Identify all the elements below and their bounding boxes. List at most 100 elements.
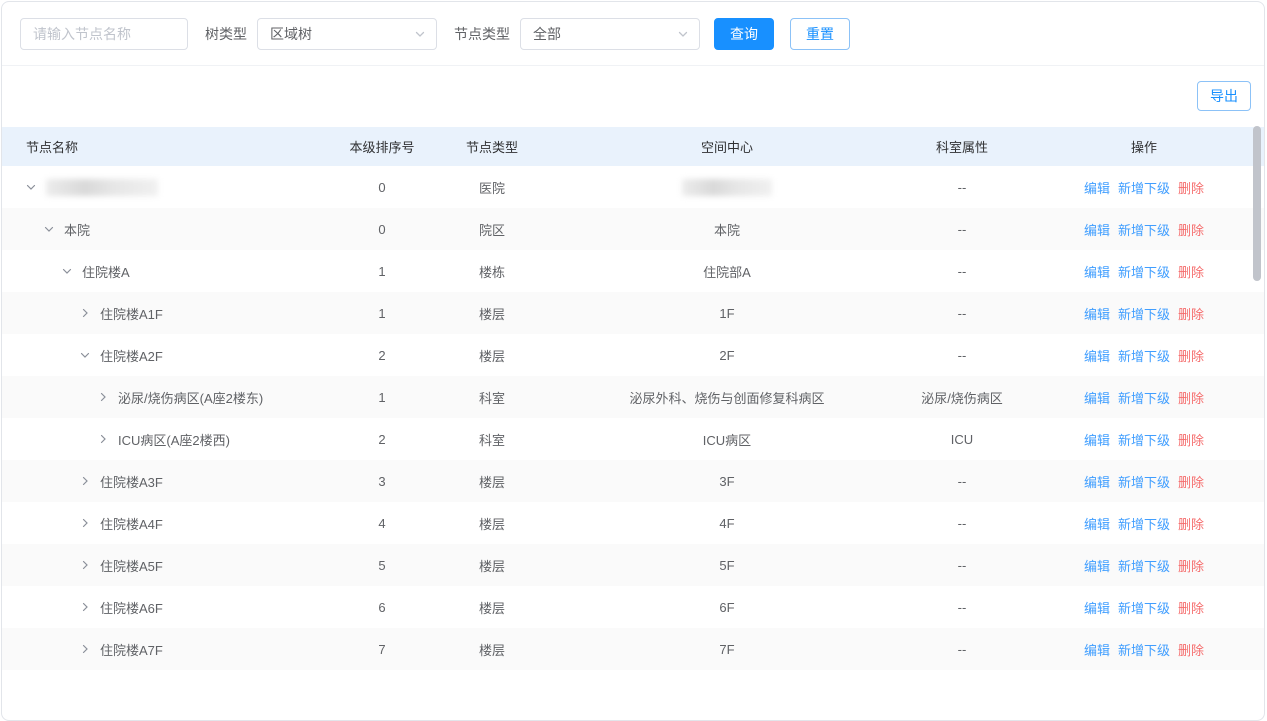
expand-chevron-right-icon[interactable] <box>96 390 110 404</box>
dept-attr-cell: -- <box>902 502 1022 544</box>
reset-button[interactable]: 重置 <box>790 18 850 50</box>
edit-link[interactable]: 编辑 <box>1084 517 1110 532</box>
node-type-select[interactable]: 全部 <box>520 18 700 50</box>
content-card: 树类型 区域树 节点类型 全部 查询 重置 导出 节点名称 本级排序号 <box>1 1 1265 721</box>
add-child-link[interactable]: 新增下级 <box>1118 223 1170 238</box>
delete-link[interactable]: 删除 <box>1178 475 1204 490</box>
tree-type-label: 树类型 <box>205 24 247 44</box>
operations-cell: 编辑新增下级删除 <box>1022 460 1265 502</box>
table-row: 住院楼A7F7楼层7F--编辑新增下级删除 <box>2 628 1265 670</box>
collapse-chevron-down-icon[interactable] <box>24 180 38 194</box>
delete-link[interactable]: 删除 <box>1178 517 1204 532</box>
tree-type-select[interactable]: 区域树 <box>257 18 437 50</box>
node-type-cell: 楼层 <box>432 334 552 376</box>
node-name-cell: 住院楼A4F <box>2 502 332 544</box>
edit-link[interactable]: 编辑 <box>1084 601 1110 616</box>
expand-chevron-right-icon[interactable] <box>78 306 92 320</box>
add-child-link[interactable]: 新增下级 <box>1118 433 1170 448</box>
edit-link[interactable]: 编辑 <box>1084 307 1110 322</box>
edit-link[interactable]: 编辑 <box>1084 223 1110 238</box>
edit-link[interactable]: 编辑 <box>1084 349 1110 364</box>
node-name-cell: 泌尿/烧伤病区(A座2楼东) <box>2 376 332 418</box>
operations-cell: 编辑新增下级删除 <box>1022 208 1265 250</box>
delete-link[interactable]: 删除 <box>1178 601 1204 616</box>
delete-link[interactable]: 删除 <box>1178 391 1204 406</box>
delete-link[interactable]: 删除 <box>1178 265 1204 280</box>
table-row: 住院楼A1F1楼层1F--编辑新增下级删除 <box>2 292 1265 334</box>
node-name-input[interactable] <box>20 18 188 50</box>
edit-link[interactable]: 编辑 <box>1084 643 1110 658</box>
delete-link[interactable]: 删除 <box>1178 223 1204 238</box>
node-table: 节点名称 本级排序号 节点类型 空间中心 科室属性 操作 0医院--编辑新增下级… <box>2 127 1265 670</box>
add-child-link[interactable]: 新增下级 <box>1118 181 1170 196</box>
edit-link[interactable]: 编辑 <box>1084 181 1110 196</box>
add-child-link[interactable]: 新增下级 <box>1118 307 1170 322</box>
add-child-link[interactable]: 新增下级 <box>1118 265 1170 280</box>
node-name-text: 住院楼A3F <box>100 472 163 491</box>
delete-link[interactable]: 删除 <box>1178 643 1204 658</box>
edit-link[interactable]: 编辑 <box>1084 475 1110 490</box>
expand-chevron-right-icon[interactable] <box>78 600 92 614</box>
sort-number-cell: 1 <box>332 292 432 334</box>
node-type-cell: 科室 <box>432 376 552 418</box>
delete-link[interactable]: 删除 <box>1178 433 1204 448</box>
operations-cell: 编辑新增下级删除 <box>1022 166 1265 208</box>
delete-link[interactable]: 删除 <box>1178 349 1204 364</box>
edit-link[interactable]: 编辑 <box>1084 265 1110 280</box>
node-name-text: ICU病区(A座2楼西) <box>118 430 230 449</box>
add-child-link[interactable]: 新增下级 <box>1118 601 1170 616</box>
edit-link[interactable]: 编辑 <box>1084 391 1110 406</box>
node-name-cell: 住院楼A6F <box>2 586 332 628</box>
space-center-cell: 5F <box>552 544 902 586</box>
search-button[interactable]: 查询 <box>714 18 774 50</box>
table-row: 0医院--编辑新增下级删除 <box>2 166 1265 208</box>
add-child-link[interactable]: 新增下级 <box>1118 517 1170 532</box>
node-name-text: 住院楼A <box>82 262 130 281</box>
col-space-center: 空间中心 <box>552 127 902 166</box>
space-center-cell: 泌尿外科、烧伤与创面修复科病区 <box>552 376 902 418</box>
delete-link[interactable]: 删除 <box>1178 307 1204 322</box>
expand-chevron-right-icon[interactable] <box>78 558 92 572</box>
dept-attr-cell: -- <box>902 460 1022 502</box>
table-body: 0医院--编辑新增下级删除本院0院区本院--编辑新增下级删除住院楼A1楼栋住院部… <box>2 166 1265 670</box>
collapse-chevron-down-icon[interactable] <box>78 348 92 362</box>
delete-link[interactable]: 删除 <box>1178 181 1204 196</box>
expand-chevron-right-icon[interactable] <box>78 516 92 530</box>
export-button[interactable]: 导出 <box>1197 81 1251 111</box>
edit-link[interactable]: 编辑 <box>1084 433 1110 448</box>
toolbar: 导出 <box>2 66 1264 127</box>
node-type-cell: 楼层 <box>432 460 552 502</box>
sort-number-cell: 0 <box>332 166 432 208</box>
redacted-node-name <box>46 179 158 196</box>
node-name-text: 住院楼A7F <box>100 640 163 659</box>
add-child-link[interactable]: 新增下级 <box>1118 643 1170 658</box>
node-name-cell: ICU病区(A座2楼西) <box>2 418 332 460</box>
node-type-cell: 楼层 <box>432 292 552 334</box>
tree-type-value: 区域树 <box>270 24 312 44</box>
sort-number-cell: 5 <box>332 544 432 586</box>
col-dept-attr: 科室属性 <box>902 127 1022 166</box>
edit-link[interactable]: 编辑 <box>1084 559 1110 574</box>
add-child-link[interactable]: 新增下级 <box>1118 391 1170 406</box>
operations-cell: 编辑新增下级删除 <box>1022 586 1265 628</box>
chevron-down-icon <box>677 28 689 40</box>
col-sort-number: 本级排序号 <box>332 127 432 166</box>
col-operations: 操作 <box>1022 127 1265 166</box>
col-node-name: 节点名称 <box>2 127 332 166</box>
col-node-type: 节点类型 <box>432 127 552 166</box>
expand-chevron-right-icon[interactable] <box>96 432 110 446</box>
expand-chevron-right-icon[interactable] <box>78 474 92 488</box>
expand-chevron-right-icon[interactable] <box>78 642 92 656</box>
node-type-label: 节点类型 <box>454 24 510 44</box>
collapse-chevron-down-icon[interactable] <box>60 264 74 278</box>
operations-cell: 编辑新增下级删除 <box>1022 250 1265 292</box>
add-child-link[interactable]: 新增下级 <box>1118 349 1170 364</box>
table-header-row: 节点名称 本级排序号 节点类型 空间中心 科室属性 操作 <box>2 127 1265 166</box>
delete-link[interactable]: 删除 <box>1178 559 1204 574</box>
add-child-link[interactable]: 新增下级 <box>1118 559 1170 574</box>
add-child-link[interactable]: 新增下级 <box>1118 475 1170 490</box>
vertical-scrollbar-thumb[interactable] <box>1253 126 1261 281</box>
collapse-chevron-down-icon[interactable] <box>42 222 56 236</box>
node-name-text: 住院楼A4F <box>100 514 163 533</box>
sort-number-cell: 6 <box>332 586 432 628</box>
